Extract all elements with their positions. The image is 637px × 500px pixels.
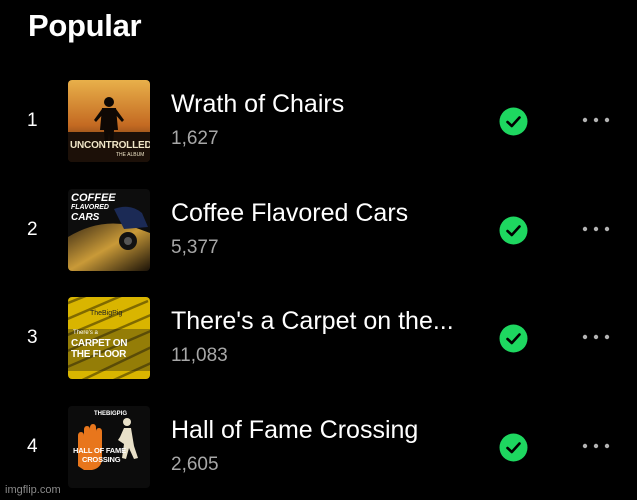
album-art-text: CARS xyxy=(71,212,100,223)
track-row[interactable]: 3 TheBigPig There's a CARPET ON THE FLOO… xyxy=(0,297,637,379)
album-art-text: CROSSING xyxy=(82,455,121,464)
section-title: Popular xyxy=(28,8,142,43)
more-dots-icon[interactable] xyxy=(580,219,612,239)
album-art[interactable]: COFFEE FLAVORED CARS xyxy=(68,189,150,271)
track-title[interactable]: Hall of Fame Crossing xyxy=(171,416,418,445)
play-count: 2,605 xyxy=(171,454,219,475)
album-art[interactable]: TheBigPig There's a CARPET ON THE FLOOR xyxy=(68,297,150,379)
track-row[interactable]: 1 UNCONTROLLED THE ALBUM Wrath of Chairs… xyxy=(0,80,637,162)
album-art-text: HALL OF FAME xyxy=(73,446,126,455)
more-dots-icon[interactable] xyxy=(580,110,612,130)
album-art-subtext: THE ALBUM xyxy=(116,152,145,158)
album-art-text: COFFEE xyxy=(71,192,116,204)
album-art-text: FLAVORED xyxy=(71,204,109,211)
album-art-text: UNCONTROLLED xyxy=(70,140,150,151)
more-dots-icon[interactable] xyxy=(580,327,612,347)
check-circle-icon[interactable] xyxy=(499,324,528,353)
album-art-text: CARPET ON xyxy=(71,338,128,349)
track-row[interactable]: 4 THEBIGPIG HALL OF FAME CROSSING Hall o… xyxy=(0,406,637,488)
album-art-text: THEBIGPIG xyxy=(94,411,128,417)
track-title[interactable]: Wrath of Chairs xyxy=(171,90,344,119)
track-title[interactable]: Coffee Flavored Cars xyxy=(171,199,408,228)
album-art[interactable]: UNCONTROLLED THE ALBUM xyxy=(68,80,150,162)
check-circle-icon[interactable] xyxy=(499,216,528,245)
track-rank: 2 xyxy=(27,219,38,240)
track-rank: 4 xyxy=(27,436,38,457)
track-rank: 1 xyxy=(27,110,38,131)
album-art-text: THE FLOOR xyxy=(71,349,127,360)
watermark: imgflip.com xyxy=(5,484,61,496)
track-rank: 3 xyxy=(27,327,38,348)
check-circle-icon[interactable] xyxy=(499,433,528,462)
track-title[interactable]: There's a Carpet on the... xyxy=(171,307,454,336)
play-count: 11,083 xyxy=(171,345,228,366)
album-art-text: TheBigPig xyxy=(90,310,123,317)
album-art[interactable]: THEBIGPIG HALL OF FAME CROSSING xyxy=(68,406,150,488)
album-art-text: There's a xyxy=(73,330,98,336)
check-circle-icon[interactable] xyxy=(499,107,528,136)
track-row[interactable]: 2 COFFEE FLAVORED CARS Coffee Flavored C… xyxy=(0,189,637,271)
play-count: 5,377 xyxy=(171,237,219,258)
play-count: 1,627 xyxy=(171,128,219,149)
more-dots-icon[interactable] xyxy=(580,436,612,456)
